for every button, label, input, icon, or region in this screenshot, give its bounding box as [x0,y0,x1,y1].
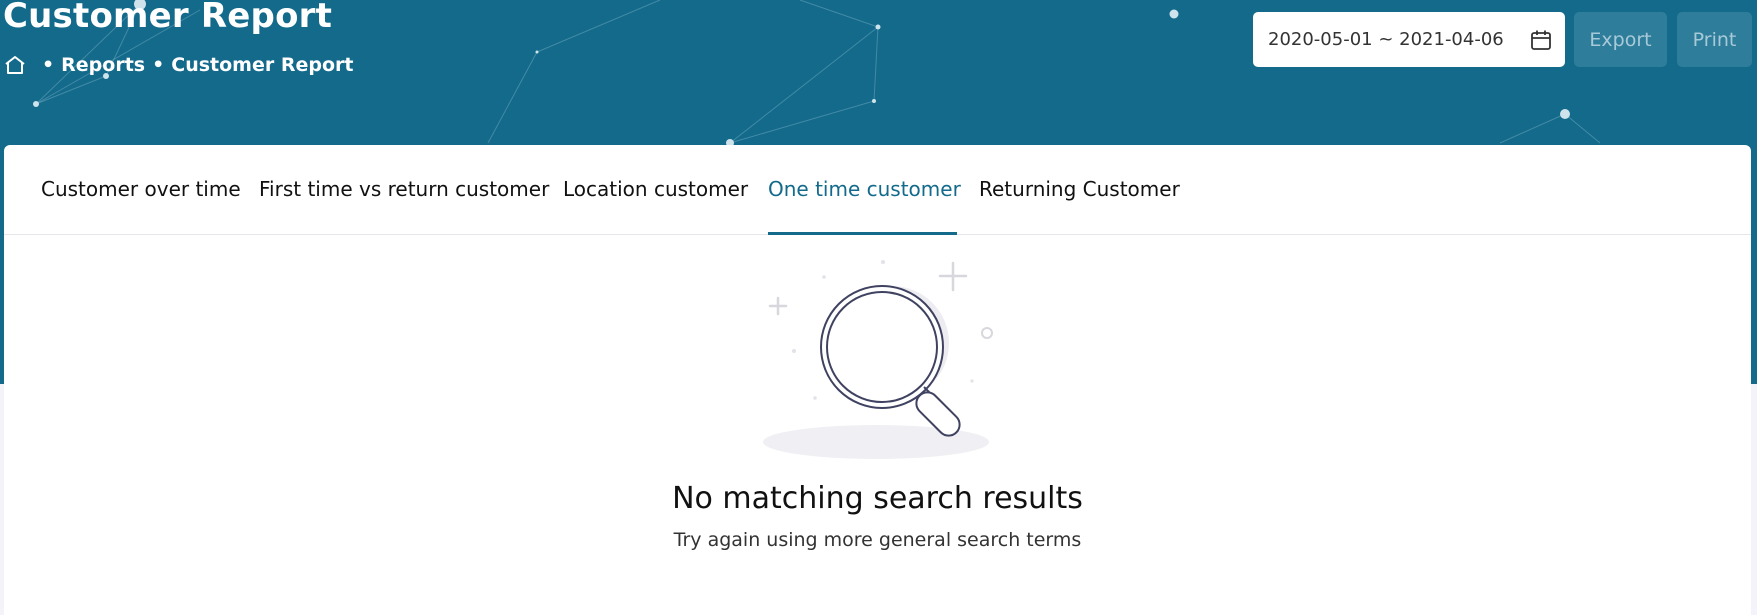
calendar-icon [1531,30,1551,50]
breadcrumb-separator: • [42,54,55,76]
breadcrumb-reports-link[interactable]: Reports [61,54,145,76]
date-range-picker[interactable]: 2020-05-01 ~ 2021-04-06 [1253,12,1565,67]
tab-first-time-vs-return-customer[interactable]: First time vs return customer [259,177,549,201]
tab-one-time-customer[interactable]: One time customer [768,177,961,201]
breadcrumb-separator: • [152,54,165,76]
breadcrumb-current: Customer Report [171,54,354,76]
tab-customer-over-time[interactable]: Customer over time [41,177,241,201]
report-card: Customer over time First time vs return … [4,145,1751,615]
active-tab-indicator [768,232,957,235]
page-title: Customer Report [3,0,333,36]
tab-location-customer[interactable]: Location customer [563,177,748,201]
print-button[interactable]: Print [1677,12,1752,67]
breadcrumb: • Reports • Customer Report [3,52,353,78]
magnifier-illustration-icon [763,260,993,459]
empty-state-subtitle: Try again using more general search term… [673,529,1082,551]
tab-returning-customer[interactable]: Returning Customer [979,177,1180,201]
home-icon[interactable] [3,53,27,77]
export-button[interactable]: Export [1574,12,1667,67]
report-tabs: Customer over time First time vs return … [4,145,1751,235]
empty-state-title: No matching search results [672,481,1083,516]
date-range-value: 2020-05-01 ~ 2021-04-06 [1268,29,1504,50]
